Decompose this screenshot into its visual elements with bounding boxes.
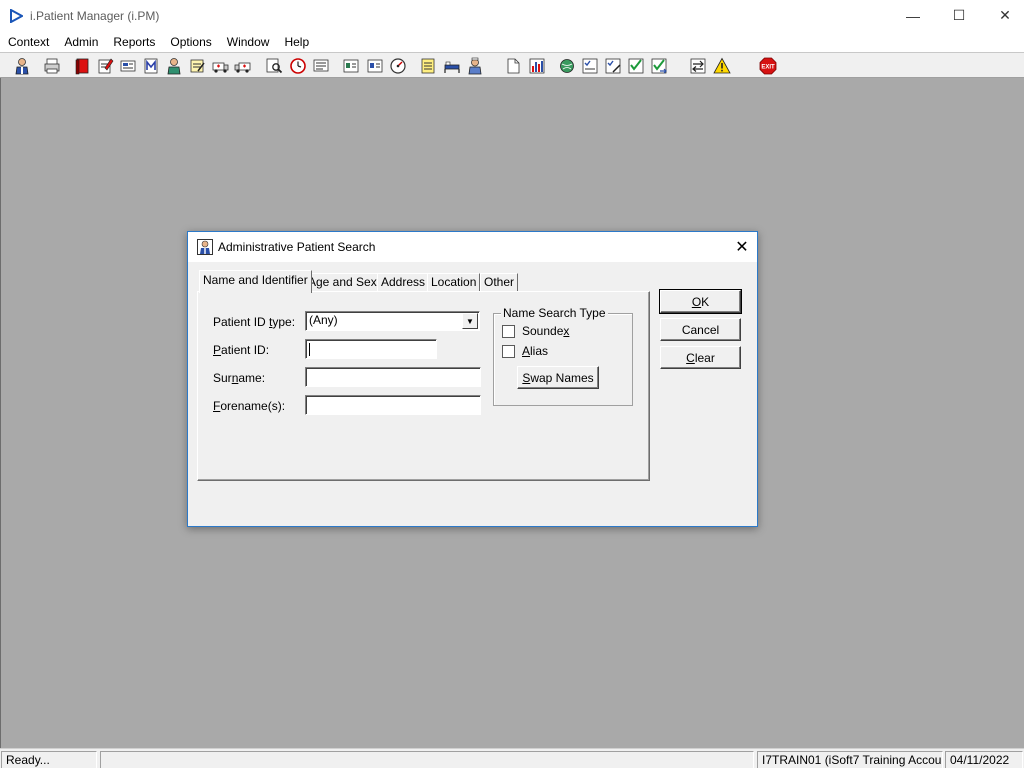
cancel-button[interactable]: Cancel <box>660 318 741 341</box>
m-document-icon[interactable] <box>140 56 161 76</box>
referral-icon[interactable] <box>117 56 138 76</box>
clear-label: Clear <box>686 350 715 365</box>
menu-options[interactable]: Options <box>163 32 218 52</box>
checklist-edit-icon[interactable] <box>602 56 623 76</box>
tab-other[interactable]: Other <box>480 273 519 292</box>
ok-button[interactable]: OK <box>659 289 742 314</box>
ambulance-in-icon[interactable] <box>232 56 253 76</box>
name-search-type-title: Name Search Type <box>501 306 608 320</box>
swap-names-button[interactable]: Swap Names <box>517 366 599 389</box>
status-middle-panel <box>100 751 754 768</box>
exit-icon[interactable]: EXIT <box>757 56 778 76</box>
checklist-arrow-icon[interactable] <box>648 56 669 76</box>
patient-icon[interactable] <box>11 56 32 76</box>
printer-icon[interactable] <box>41 56 62 76</box>
search-form-icon[interactable] <box>263 56 284 76</box>
status-account: I7TRAIN01 (iSoft7 Training Account) <box>757 751 943 768</box>
statusbar: Ready... I7TRAIN01 (iSoft7 Training Acco… <box>0 748 1024 768</box>
ambulance-out-icon[interactable] <box>209 56 230 76</box>
dialog-close-button[interactable]: ✕ <box>727 232 757 262</box>
alias-option[interactable]: Alias <box>502 344 548 358</box>
bed-icon[interactable] <box>441 56 462 76</box>
patient-id-type-select[interactable]: (Any) ▼ <box>305 311 480 331</box>
soundex-label: Soundex <box>522 324 570 338</box>
patient-id-type-label: Patient ID type: <box>213 315 296 329</box>
app-title: i.Patient Manager (i.PM) <box>30 8 160 23</box>
close-button[interactable]: ✕ <box>982 0 1024 31</box>
globe-tools-icon[interactable] <box>556 56 577 76</box>
alias-label: Alias <box>522 344 549 358</box>
soundex-option[interactable]: Soundex <box>502 324 569 338</box>
tab-name-and-identifier[interactable]: Name and Identifier <box>199 270 312 293</box>
status-message: Ready... <box>1 751 97 768</box>
menubar: Context Admin Reports Options Window Hel… <box>0 31 1024 52</box>
ok-label: OK <box>691 294 710 309</box>
patient-id-input[interactable] <box>305 339 437 359</box>
id-card-icon[interactable] <box>340 56 361 76</box>
tab-address[interactable]: Address <box>377 273 430 292</box>
app-titlebar: i.Patient Manager (i.PM) — ☐ ✕ <box>0 0 1024 31</box>
nurse-icon[interactable] <box>464 56 485 76</box>
surname-input[interactable] <box>305 367 481 387</box>
swap-names-label: Swap Names <box>522 370 594 385</box>
doctor-icon[interactable] <box>163 56 184 76</box>
checklist-green-icon[interactable] <box>625 56 646 76</box>
dial-icon[interactable] <box>387 56 408 76</box>
menu-admin[interactable]: Admin <box>57 32 105 52</box>
blank-page-icon[interactable] <box>502 56 523 76</box>
notepad-pen-icon[interactable] <box>94 56 115 76</box>
patient-id-label: Patient ID: <box>213 343 270 357</box>
transfer-arrows-icon[interactable] <box>687 56 708 76</box>
clock-icon[interactable] <box>287 56 308 76</box>
patient-search-dialog: Administrative Patient Search ✕ Name and… <box>187 231 758 527</box>
minimize-button[interactable]: — <box>890 0 936 31</box>
surname-label: Surname: <box>213 371 266 385</box>
chevron-down-icon[interactable]: ▼ <box>462 313 478 329</box>
checklist-icon[interactable] <box>579 56 600 76</box>
menu-context[interactable]: Context <box>1 32 56 52</box>
menu-help[interactable]: Help <box>277 32 316 52</box>
bar-chart-icon[interactable] <box>526 56 547 76</box>
forename-label: Forename(s): <box>213 399 286 413</box>
forename-input[interactable] <box>305 395 481 415</box>
tab-age-and-sex[interactable]: Age and Sex <box>304 273 381 292</box>
status-date: 04/11/2022 <box>945 751 1023 768</box>
monitor-icon[interactable] <box>310 56 331 76</box>
alias-checkbox[interactable] <box>502 344 515 358</box>
tab-panel-name-and-identifier: Patient ID type: (Any) ▼ Patient ID: Sur… <box>197 291 650 481</box>
red-book-icon[interactable] <box>71 56 92 76</box>
svg-text:EXIT: EXIT <box>761 65 775 71</box>
soundex-checkbox[interactable] <box>502 324 515 338</box>
card-list-icon[interactable] <box>364 56 385 76</box>
tab-location[interactable]: Location <box>427 273 481 292</box>
patient-search-icon <box>197 239 213 255</box>
maximize-button[interactable]: ☐ <box>936 0 982 31</box>
toolbar: EXIT <box>0 52 1024 78</box>
menu-window[interactable]: Window <box>220 32 277 52</box>
dialog-title: Administrative Patient Search <box>218 240 376 254</box>
clear-button[interactable]: Clear <box>660 346 741 369</box>
app-logo-icon <box>10 8 23 23</box>
menu-reports[interactable]: Reports <box>106 32 162 52</box>
notes-icon[interactable] <box>417 56 438 76</box>
dialog-titlebar: Administrative Patient Search ✕ <box>188 232 757 262</box>
patient-id-type-value: (Any) <box>309 313 338 327</box>
name-search-type-group: Name Search Type Soundex Alias Swap Name… <box>493 306 633 406</box>
text-caret <box>309 343 310 356</box>
warning-icon[interactable] <box>711 56 732 76</box>
edit-form-icon[interactable] <box>186 56 207 76</box>
